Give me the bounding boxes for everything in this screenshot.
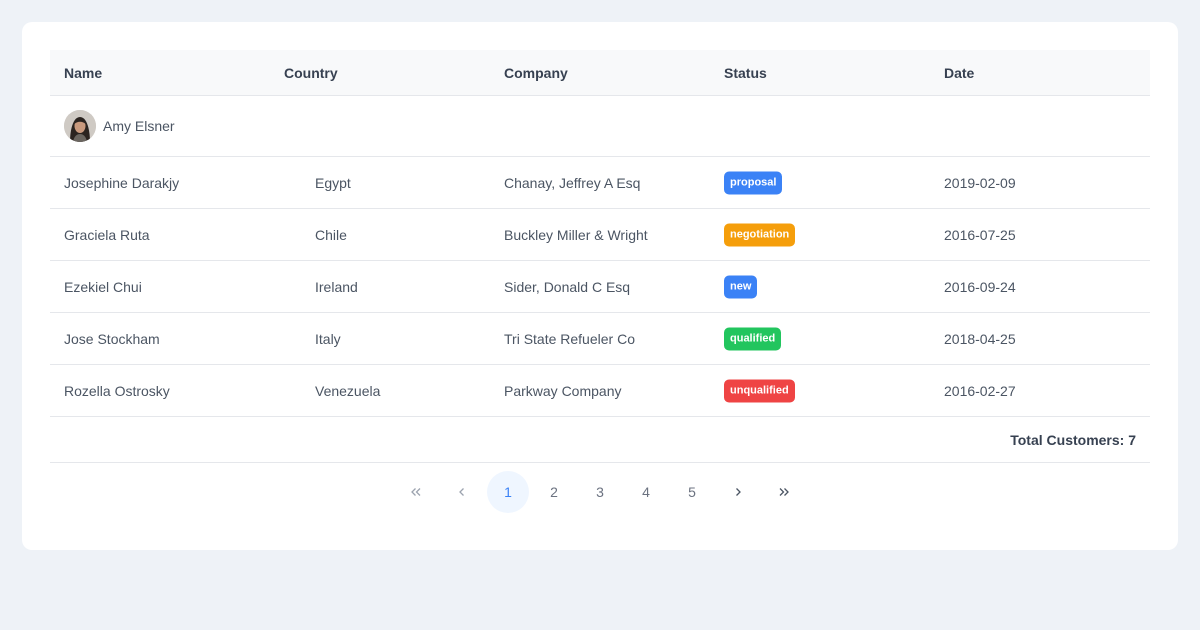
cell-company: Chanay, Jeffrey A Esq bbox=[504, 174, 641, 191]
header-status[interactable]: Status bbox=[724, 65, 767, 81]
cell-date: 2016-07-25 bbox=[944, 226, 1016, 243]
cell-company: Parkway Company bbox=[504, 382, 622, 399]
cell-country: Chile bbox=[315, 226, 347, 243]
table-header: Name Country Company Status Date bbox=[50, 50, 1150, 96]
first-page-icon bbox=[409, 485, 423, 499]
cell-status: proposal bbox=[724, 171, 783, 194]
cell-status: negotiation bbox=[724, 223, 796, 246]
cell-date: 2019-02-09 bbox=[944, 174, 1016, 191]
cell-country: Italy bbox=[315, 330, 341, 347]
cell-company: Buckley Miller & Wright bbox=[504, 226, 648, 243]
cell-date: 2016-02-27 bbox=[944, 382, 1016, 399]
cell-company: Sider, Donald C Esq bbox=[504, 278, 631, 295]
last-page-icon bbox=[777, 485, 791, 499]
cell-country: Ireland bbox=[315, 278, 358, 295]
first-page-button[interactable] bbox=[395, 471, 437, 513]
table-row[interactable]: Ezekiel Chui Ireland Sider, Donald C Esq… bbox=[50, 261, 1150, 313]
next-page-icon bbox=[731, 485, 745, 499]
page-2-button[interactable]: 2 bbox=[533, 471, 575, 513]
table-row[interactable]: Rozella Ostrosky Venezuela Parkway Compa… bbox=[50, 365, 1150, 417]
cell-name: Josephine Darakjy bbox=[64, 174, 180, 191]
page-1-button[interactable]: 1 bbox=[487, 471, 529, 513]
prev-page-button[interactable] bbox=[441, 471, 483, 513]
table-row[interactable]: Jose Stockham Italy Tri State Refueler C… bbox=[50, 313, 1150, 365]
last-page-button[interactable] bbox=[763, 471, 805, 513]
cell-status: unqualified bbox=[724, 379, 795, 402]
table-footer: Total Customers: 7 bbox=[50, 417, 1150, 463]
total-customers: Total Customers: 7 bbox=[1010, 431, 1136, 448]
header-date[interactable]: Date bbox=[944, 65, 974, 81]
table-row[interactable]: Josephine Darakjy Egypt Chanay, Jeffrey … bbox=[50, 157, 1150, 209]
header-country[interactable]: Country bbox=[284, 65, 338, 81]
cell-status: qualified bbox=[724, 327, 782, 350]
cell-date: 2018-04-25 bbox=[944, 330, 1016, 347]
page-3-button[interactable]: 3 bbox=[579, 471, 621, 513]
cell-name: Jose Stockham bbox=[64, 330, 160, 347]
status-badge: proposal bbox=[724, 171, 783, 194]
next-page-button[interactable] bbox=[717, 471, 759, 513]
prev-page-icon bbox=[455, 485, 469, 499]
cell-status: new bbox=[724, 275, 758, 298]
group-header-row: Amy Elsner bbox=[50, 96, 1150, 157]
cell-country: Venezuela bbox=[315, 382, 381, 399]
cell-name: Ezekiel Chui bbox=[64, 278, 142, 295]
table-row[interactable]: Graciela Ruta Chile Buckley Miller & Wri… bbox=[50, 209, 1150, 261]
status-badge: unqualified bbox=[724, 379, 795, 402]
header-company[interactable]: Company bbox=[504, 65, 568, 81]
cell-name: Graciela Ruta bbox=[64, 226, 150, 243]
status-badge: qualified bbox=[724, 327, 782, 350]
cell-date: 2016-09-24 bbox=[944, 278, 1016, 295]
group-name: Amy Elsner bbox=[103, 118, 175, 134]
cell-name: Rozella Ostrosky bbox=[64, 382, 170, 399]
status-badge: new bbox=[724, 275, 758, 298]
avatar bbox=[64, 110, 96, 142]
page-5-button[interactable]: 5 bbox=[671, 471, 713, 513]
header-name[interactable]: Name bbox=[64, 65, 102, 81]
cell-country: Egypt bbox=[315, 174, 351, 191]
page-4-button[interactable]: 4 bbox=[625, 471, 667, 513]
status-badge: negotiation bbox=[724, 223, 796, 246]
cell-company: Tri State Refueler Co bbox=[504, 330, 635, 347]
group-header: Amy Elsner bbox=[64, 110, 175, 142]
customers-card: Name Country Company Status Date Amy Els… bbox=[22, 22, 1178, 550]
customers-table: Name Country Company Status Date Amy Els… bbox=[50, 50, 1150, 463]
paginator: 1 2 3 4 5 bbox=[22, 471, 1178, 513]
